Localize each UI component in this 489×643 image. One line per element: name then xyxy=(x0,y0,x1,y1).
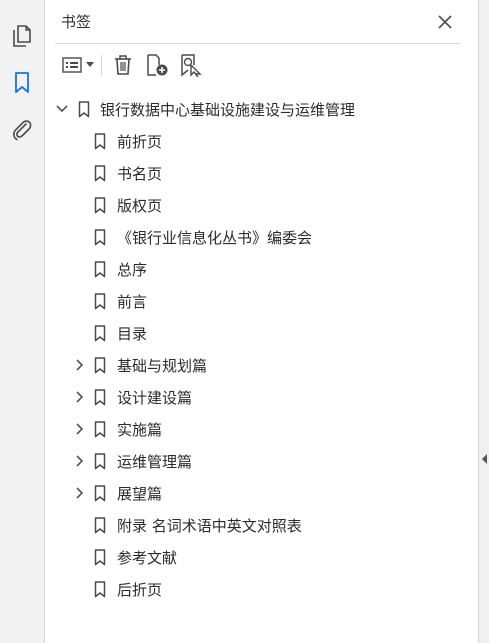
bookmark-label: 展望篇 xyxy=(117,485,163,503)
bookmark-item[interactable]: 《银行业信息化丛书》编委会 xyxy=(45,222,478,254)
bookmark-label: 目录 xyxy=(117,325,148,343)
bookmark-item[interactable]: 运维管理篇 xyxy=(45,446,478,478)
paperclip-icon xyxy=(13,120,32,141)
bookmark-item[interactable]: 前折页 xyxy=(45,126,478,158)
close-panel-button[interactable] xyxy=(435,12,455,32)
bookmark-tree: 银行数据中心基础设施建设与运维管理 前折页书名页版权页《银行业信息化丛书》编委会… xyxy=(45,94,478,606)
bookmark-label: 运维管理篇 xyxy=(117,453,193,471)
pages-thumbnail-button[interactable] xyxy=(6,20,38,52)
bookmarks-toolbar xyxy=(45,50,465,80)
bookmark-item[interactable]: 后折页 xyxy=(45,574,478,606)
options-menu-icon xyxy=(62,57,82,73)
expand-chevron-icon[interactable] xyxy=(55,102,69,116)
bookmark-item[interactable]: 参考文献 xyxy=(45,542,478,574)
bookmark-icon xyxy=(94,325,106,342)
bookmark-label: 前折页 xyxy=(117,133,163,151)
bookmark-icon xyxy=(94,133,106,150)
pages-thumbnail-icon xyxy=(13,25,31,47)
bookmark-label: 书名页 xyxy=(117,165,163,183)
bookmark-icon xyxy=(94,357,106,374)
expand-chevron-icon[interactable] xyxy=(73,390,87,404)
bookmark-icon xyxy=(94,549,106,566)
delete-bookmark-button[interactable] xyxy=(111,50,135,80)
bookmarks-panel: 书签 银行数据中心基础设施建设与运维管理 前折页 书名页 版权页 《银行业信息化… xyxy=(45,0,478,643)
find-current-bookmark-icon xyxy=(181,54,202,77)
bookmark-label: 前言 xyxy=(117,293,148,311)
bookmark-label: 版权页 xyxy=(117,197,163,215)
bookmark-icon xyxy=(94,485,106,502)
bookmark-icon xyxy=(94,389,106,406)
find-current-bookmark-button[interactable] xyxy=(178,50,204,80)
panel-title: 书签 xyxy=(61,13,92,31)
close-icon xyxy=(438,15,452,29)
new-bookmark-icon xyxy=(147,54,168,76)
bookmark-item[interactable]: 展望篇 xyxy=(45,478,478,510)
navigation-rail xyxy=(0,0,45,643)
bookmark-item[interactable]: 前言 xyxy=(45,286,478,318)
bookmark-icon xyxy=(94,421,106,438)
bookmark-label: 设计建设篇 xyxy=(117,389,193,407)
bookmark-icon xyxy=(15,72,29,93)
bookmark-icon xyxy=(94,165,106,182)
bookmark-icon xyxy=(94,293,106,310)
bookmark-item[interactable]: 版权页 xyxy=(45,190,478,222)
attachments-button[interactable] xyxy=(6,114,38,146)
bookmark-root[interactable]: 银行数据中心基础设施建设与运维管理 xyxy=(45,94,478,126)
toolbar-separator xyxy=(101,55,102,75)
bookmark-label: 参考文献 xyxy=(117,549,178,567)
bookmark-icon xyxy=(94,517,106,534)
bookmark-label: 附录 名词术语中英文对照表 xyxy=(117,517,302,535)
bookmark-item[interactable]: 设计建设篇 xyxy=(45,382,478,414)
chevron-down-icon xyxy=(86,62,94,67)
bookmark-item[interactable]: 基础与规划篇 xyxy=(45,350,478,382)
bookmark-icon xyxy=(78,101,90,118)
header-divider xyxy=(55,43,460,44)
bookmark-label: 《银行业信息化丛书》编委会 xyxy=(117,229,313,247)
bookmark-icon xyxy=(94,197,106,214)
options-menu-button[interactable] xyxy=(59,50,97,80)
bookmark-icon xyxy=(94,229,106,246)
bookmark-item[interactable]: 实施篇 xyxy=(45,414,478,446)
expand-chevron-icon[interactable] xyxy=(73,422,87,436)
bookmark-icon xyxy=(94,453,106,470)
trash-icon xyxy=(115,55,131,75)
bookmark-item[interactable]: 附录 名词术语中英文对照表 xyxy=(45,510,478,542)
bookmark-label: 总序 xyxy=(117,261,148,279)
collapse-arrow-icon[interactable] xyxy=(482,454,487,464)
bookmark-label: 银行数据中心基础设施建设与运维管理 xyxy=(100,101,356,119)
bookmark-label: 实施篇 xyxy=(117,421,163,439)
bookmark-label: 后折页 xyxy=(117,581,163,599)
expand-chevron-icon[interactable] xyxy=(73,358,87,372)
new-bookmark-button[interactable] xyxy=(144,50,170,80)
bookmark-item[interactable]: 目录 xyxy=(45,318,478,350)
bookmarks-button[interactable] xyxy=(6,67,38,99)
panel-collapse-strip[interactable] xyxy=(478,0,489,643)
expand-chevron-icon[interactable] xyxy=(73,454,87,468)
bookmark-icon xyxy=(94,581,106,598)
bookmark-icon xyxy=(94,261,106,278)
bookmark-item[interactable]: 书名页 xyxy=(45,158,478,190)
bookmark-label: 基础与规划篇 xyxy=(117,357,208,375)
bookmark-item[interactable]: 总序 xyxy=(45,254,478,286)
expand-chevron-icon[interactable] xyxy=(73,486,87,500)
